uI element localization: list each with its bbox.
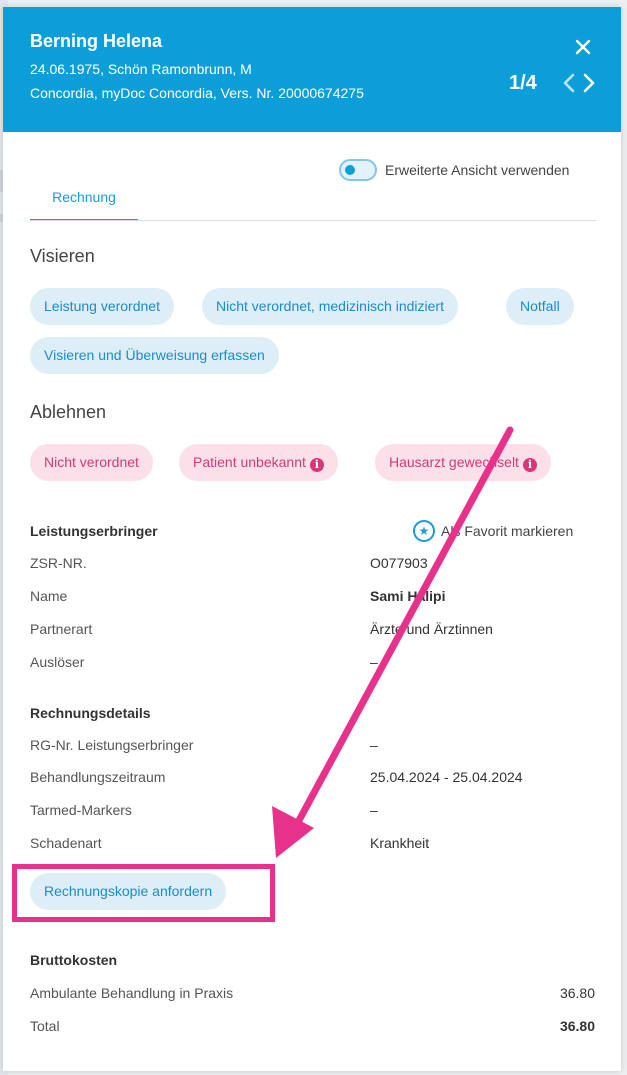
partnerart-label: Partnerart <box>30 621 93 637</box>
name-label: Name <box>30 588 68 604</box>
chip-nicht-verordnet[interactable]: Nicht verordnet <box>30 444 153 481</box>
ausloeser-label: Auslöser <box>30 654 85 670</box>
toggle-knob <box>345 165 355 175</box>
chevron-right-icon <box>583 73 595 93</box>
extended-view-label: Erweiterte Ansicht verwenden <box>385 162 570 178</box>
star-icon: ★ <box>413 520 435 542</box>
favorite-label: Als Favorit markieren <box>441 523 574 539</box>
patient-insurance-info: Concordia, myDoc Concordia, Vers. Nr. 20… <box>30 85 364 101</box>
chip-leistung-verordnet[interactable]: Leistung verordnet <box>30 288 174 325</box>
leistungserbringer-title: Leistungserbringer <box>30 523 158 539</box>
invoice-detail-panel: Berning Helena 24.06.1975, Schön Ramonbr… <box>3 7 621 1071</box>
ausloeser-value: – <box>370 654 378 670</box>
rg-nr-label: RG-Nr. Leistungserbringer <box>30 737 194 753</box>
tarmed-markers-value: – <box>370 802 378 818</box>
partnerart-value: Ärzte und Ärztinnen <box>370 621 493 637</box>
tarmed-markers-label: Tarmed-Markers <box>30 802 132 818</box>
chip-visieren-ueberweisung[interactable]: Visieren und Überweisung erfassen <box>30 337 279 374</box>
patient-name: Berning Helena <box>30 31 163 51</box>
close-button[interactable] <box>573 36 593 58</box>
favorite-button[interactable]: ★ Als Favorit markieren <box>413 520 573 542</box>
ambulante-behandlung-label: Ambulante Behandlung in Praxis <box>30 985 234 1001</box>
info-icon: i <box>309 458 324 472</box>
ablehnen-title: Ablehnen <box>30 402 107 422</box>
visieren-title: Visieren <box>30 246 95 266</box>
extended-view-toggle-group: Erweiterte Ansicht verwenden <box>339 159 569 181</box>
chip-label: Hausarzt gewechselt <box>389 454 519 470</box>
behandlungszeitraum-label: Behandlungszeitraum <box>30 769 166 785</box>
ambulante-behandlung-amount: 36.80 <box>559 985 595 1001</box>
zsr-nr-value: O077903 <box>370 555 428 571</box>
name-value: Sami Halipi <box>370 588 446 604</box>
close-icon <box>575 39 591 55</box>
next-button[interactable] <box>581 71 597 95</box>
chip-nicht-verordnet-indiziert[interactable]: Nicht verordnet, medizinisch indiziert <box>202 288 458 325</box>
total-label: Total <box>30 1018 60 1034</box>
chip-label: Patient unbekannt <box>193 454 306 470</box>
rechnungsdetails-title: Rechnungsdetails <box>30 705 151 721</box>
tab-rechnung[interactable]: Rechnung <box>30 185 138 221</box>
schadenart-label: Schadenart <box>30 835 102 851</box>
schadenart-value: Krankheit <box>370 835 430 851</box>
tab-divider <box>30 220 596 221</box>
request-invoice-copy-button[interactable]: Rechnungskopie anfordern <box>30 873 227 910</box>
chip-hausarzt-gewechselt[interactable]: Hausarzt gewechselt i <box>375 444 551 481</box>
bruttokosten-title: Bruttokosten <box>30 952 118 968</box>
pager-counter: 1/4 <box>509 72 537 94</box>
total-amount: 36.80 <box>559 1018 595 1034</box>
previous-button[interactable] <box>561 71 577 95</box>
rg-nr-value: – <box>370 737 378 753</box>
behandlungszeitraum-value: 25.04.2024 - 25.04.2024 <box>370 769 523 785</box>
chip-patient-unbekannt[interactable]: Patient unbekannt i <box>179 444 338 481</box>
patient-birth-info: 24.06.1975, Schön Ramonbrunn, M <box>30 61 252 77</box>
patient-header: Berning Helena 24.06.1975, Schön Ramonbr… <box>3 7 621 132</box>
chevron-left-icon <box>563 73 575 93</box>
info-icon: i <box>522 458 537 472</box>
extended-view-toggle[interactable] <box>339 159 377 181</box>
zsr-nr-label: ZSR-NR. <box>30 555 87 571</box>
chip-notfall[interactable]: Notfall <box>506 288 574 325</box>
